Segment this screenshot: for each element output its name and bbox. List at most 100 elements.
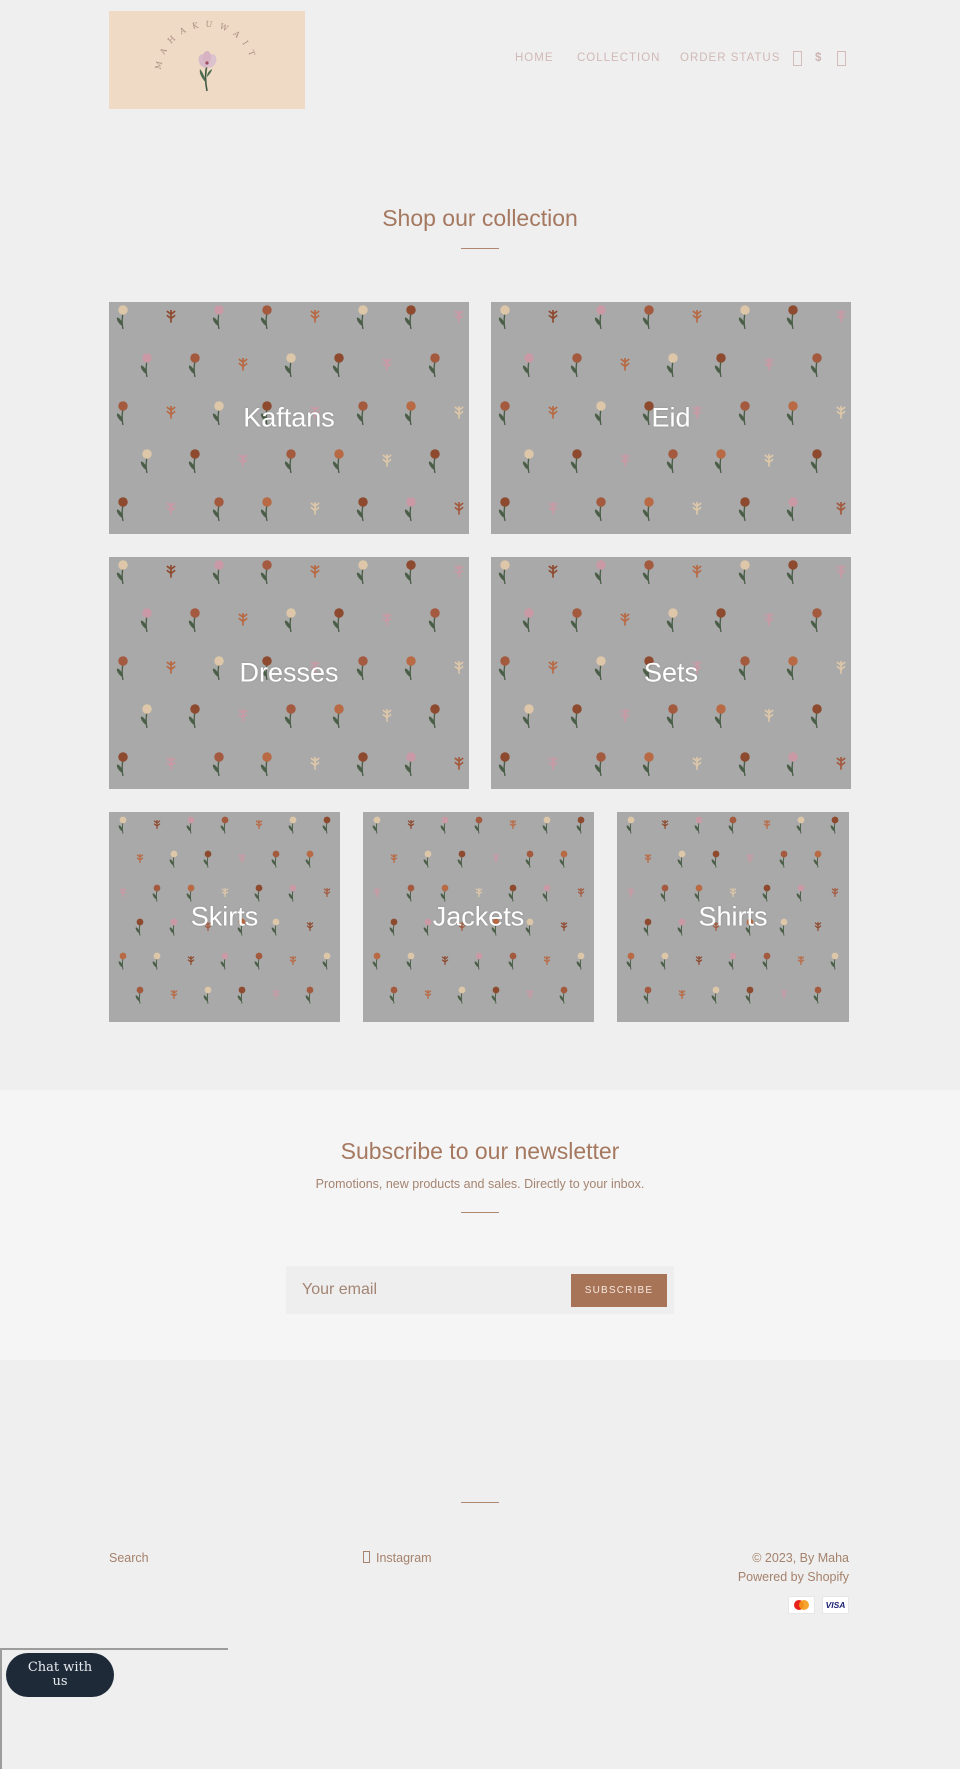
flower-motif xyxy=(714,608,726,633)
flower-motif xyxy=(830,816,839,834)
flower-motif xyxy=(187,956,195,965)
visa-icon: VISA xyxy=(822,1596,849,1614)
flower-motif xyxy=(212,752,224,777)
flower-motif xyxy=(786,305,798,330)
flower-motif xyxy=(423,850,432,868)
flower-motif xyxy=(424,990,432,999)
chat-button[interactable]: Chat with us xyxy=(6,1653,114,1697)
flower-motif xyxy=(661,820,669,829)
flower-motif xyxy=(728,952,737,970)
flower-motif xyxy=(762,884,771,902)
flower-motif xyxy=(836,757,846,770)
flower-motif xyxy=(356,305,368,330)
flower-motif xyxy=(140,353,152,378)
footer-search-link[interactable]: Search xyxy=(109,1551,149,1565)
flower-motif xyxy=(428,449,440,474)
flower-motif xyxy=(570,449,582,474)
flower-motif xyxy=(212,560,224,585)
flower-motif xyxy=(260,305,272,330)
footer-divider xyxy=(461,1502,499,1503)
flower-motif xyxy=(810,608,822,633)
flower-motif xyxy=(332,353,344,378)
flower-motif xyxy=(666,704,678,729)
flower-motif xyxy=(254,952,263,970)
flower-motif xyxy=(135,986,144,1004)
flower-motif xyxy=(786,497,798,522)
user-icon[interactable] xyxy=(793,51,802,66)
flower-motif xyxy=(454,502,464,515)
flower-motif xyxy=(626,952,635,970)
flower-motif xyxy=(255,820,263,829)
flower-motif xyxy=(284,353,296,378)
newsletter-title: Subscribe to our newsletter xyxy=(340,1138,620,1164)
subscribe-button[interactable]: SUBSCRIBE xyxy=(571,1274,667,1307)
flower-motif xyxy=(118,816,127,834)
flower-motif xyxy=(738,560,750,585)
flower-motif xyxy=(310,757,320,770)
flower-motif xyxy=(642,305,654,330)
flower-motif xyxy=(694,816,703,834)
flower-motif xyxy=(238,613,248,626)
flower-motif xyxy=(796,816,805,834)
flower-motif xyxy=(356,752,368,777)
flower-motif xyxy=(728,816,737,834)
flower-motif xyxy=(322,816,331,834)
flower-motif xyxy=(594,752,606,777)
flower-motif xyxy=(166,502,176,515)
collection-tile-shirts[interactable]: Shirts xyxy=(617,812,849,1022)
flower-motif xyxy=(289,956,297,965)
copyright: © 2023, By Maha xyxy=(752,1551,849,1565)
nav-home[interactable]: HOME xyxy=(515,52,554,64)
flower-motif xyxy=(627,888,635,897)
flower-motif xyxy=(594,560,606,585)
flower-motif xyxy=(238,854,246,863)
flower-motif xyxy=(779,850,788,868)
flower-motif xyxy=(576,816,585,834)
collection-tile-sets[interactable]: Sets xyxy=(491,557,851,789)
collection-tile-kaftans[interactable]: Kaftans xyxy=(109,302,469,534)
currency-selector[interactable]: $ xyxy=(815,52,821,64)
tile-label: Dresses xyxy=(239,657,339,688)
email-input[interactable] xyxy=(286,1266,556,1314)
flower-motif xyxy=(310,502,320,515)
flower-motif xyxy=(666,449,678,474)
nav-order-status[interactable]: ORDER STATUS xyxy=(680,52,780,64)
flower-motif xyxy=(116,560,128,585)
flower-motif xyxy=(559,986,568,1004)
powered-by: Powered by Shopify xyxy=(737,1570,849,1584)
flower-motif xyxy=(526,990,534,999)
flower-motif xyxy=(169,850,178,868)
flower-motif xyxy=(332,704,344,729)
flower-motif xyxy=(660,952,669,970)
flower-motif xyxy=(763,820,771,829)
flower-motif xyxy=(780,990,788,999)
instagram-label: Instagram xyxy=(376,1551,432,1565)
collection-tile-dresses[interactable]: Dresses xyxy=(109,557,469,789)
flower-motif xyxy=(166,757,176,770)
flower-motif xyxy=(372,816,381,834)
flower-motif xyxy=(692,757,702,770)
flower-motif xyxy=(714,353,726,378)
flower-motif xyxy=(813,986,822,1004)
flower-motif xyxy=(428,608,440,633)
newsletter-subtitle: Promotions, new products and sales. Dire… xyxy=(315,1177,645,1191)
flower-motif xyxy=(762,952,771,970)
collection-tile-eid[interactable]: Eid xyxy=(491,302,851,534)
nav-collection[interactable]: COLLECTION xyxy=(577,52,661,64)
flower-motif xyxy=(238,709,248,722)
flower-motif xyxy=(475,888,483,897)
flower-motif xyxy=(136,854,144,863)
footer-instagram-link[interactable]: Instagram xyxy=(363,1551,432,1565)
collection-tile-jackets[interactable]: Jackets xyxy=(363,812,594,1022)
flower-motif xyxy=(166,565,176,578)
collection-tile-skirts[interactable]: Skirts xyxy=(109,812,340,1022)
flower-motif xyxy=(372,952,381,970)
cart-icon[interactable] xyxy=(837,51,846,66)
flower-motif xyxy=(642,560,654,585)
flower-motif xyxy=(407,820,415,829)
flower-motif xyxy=(542,816,551,834)
flower-motif xyxy=(813,850,822,868)
flower-motif xyxy=(310,565,320,578)
flower-motif xyxy=(738,497,750,522)
flower-motif xyxy=(356,497,368,522)
